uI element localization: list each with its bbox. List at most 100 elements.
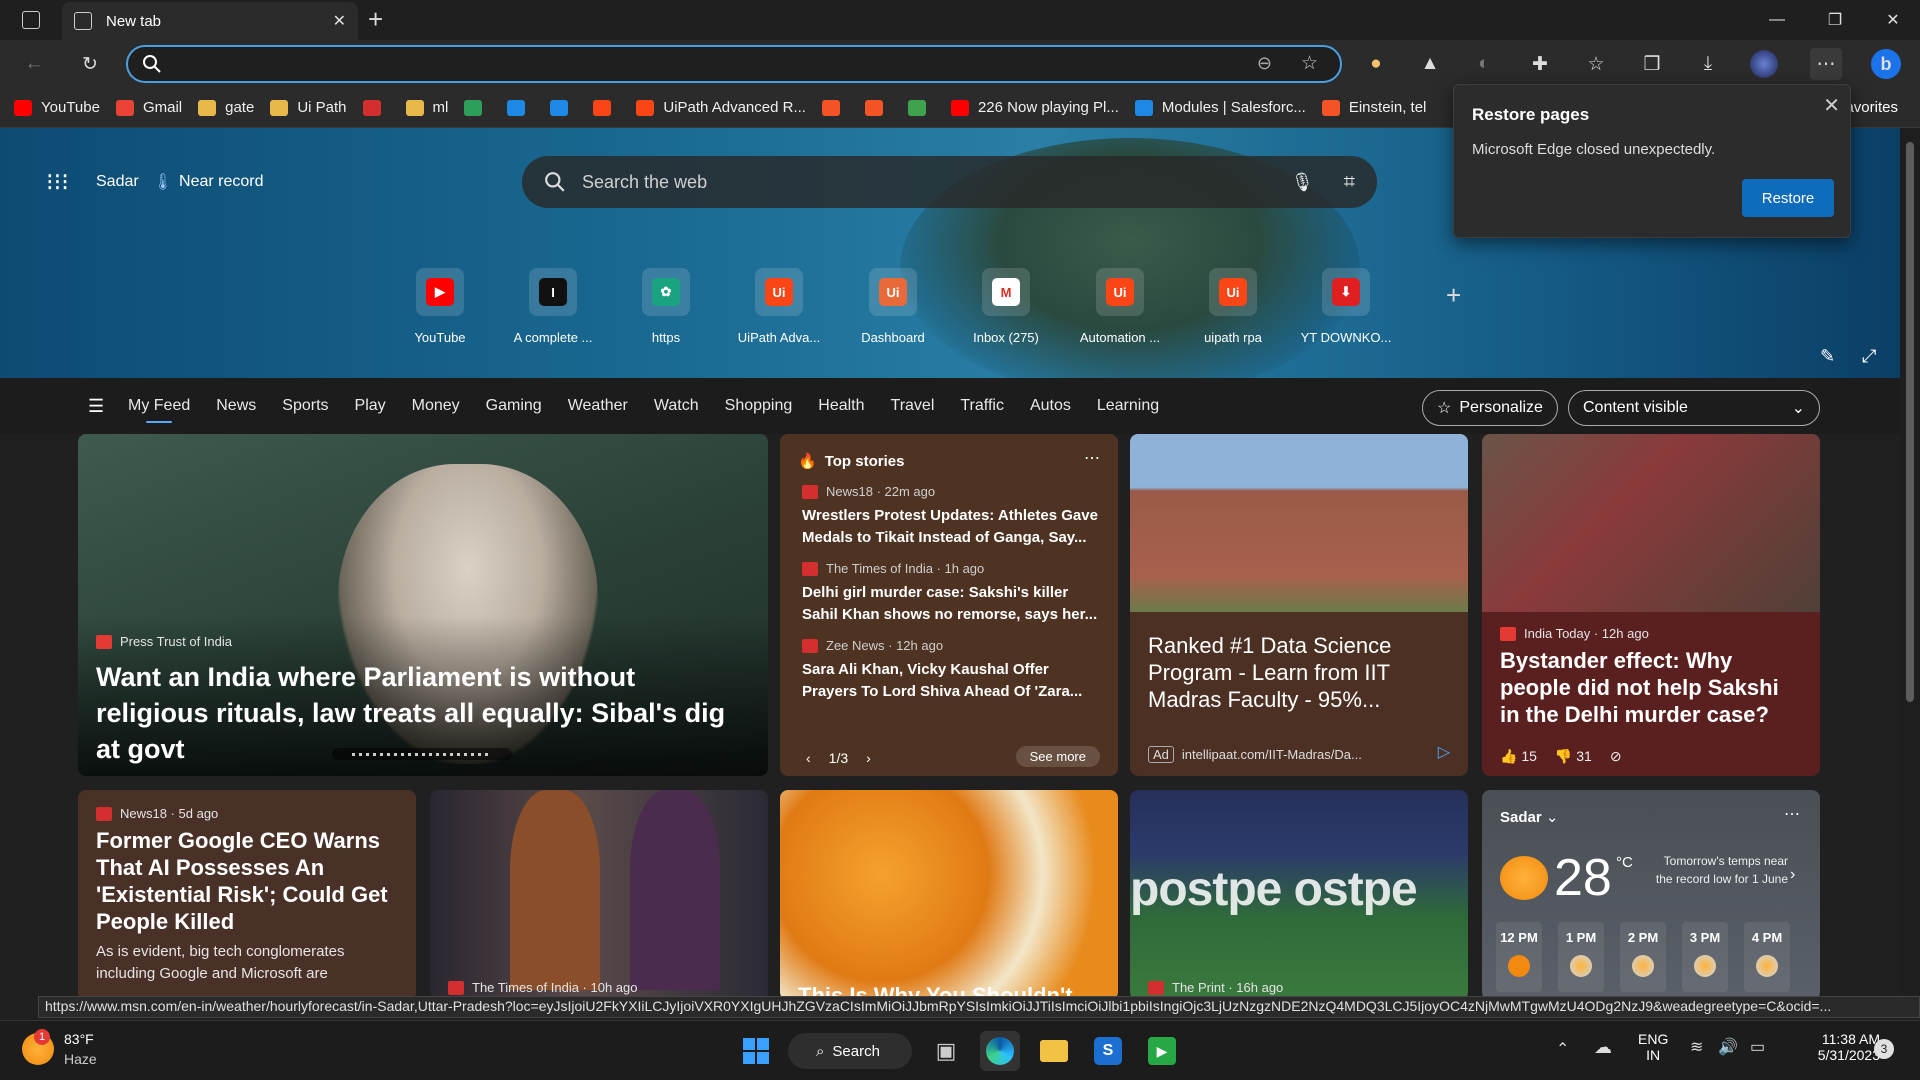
- volume-icon[interactable]: 🔊: [1718, 1037, 1738, 1057]
- add-quicklink-icon[interactable]: +: [1446, 280, 1461, 311]
- bookmark-item[interactable]: [821, 99, 849, 116]
- quicklink-tile[interactable]: Ui Automation ...: [1065, 268, 1175, 345]
- windows-start-icon[interactable]: [736, 1031, 776, 1071]
- feed-tab[interactable]: Shopping: [725, 397, 793, 415]
- top-story-item[interactable]: The Times of India · 1h ago Delhi girl mu…: [802, 561, 1098, 626]
- visual-search-icon[interactable]: ⌗: [1344, 171, 1355, 194]
- wifi-icon[interactable]: ≋: [1690, 1037, 1703, 1057]
- new-tab-button[interactable]: +: [368, 4, 383, 35]
- quicklink-tile[interactable]: M Inbox (275): [951, 268, 1061, 345]
- quicklink-tile[interactable]: ⬇ YT DOWNKO...: [1291, 268, 1401, 345]
- bookmark-item[interactable]: [507, 99, 534, 116]
- back-icon[interactable]: ←: [18, 48, 50, 80]
- tab-actions-icon[interactable]: [22, 11, 40, 29]
- bookmark-item[interactable]: ml: [405, 99, 448, 116]
- ad-card[interactable]: Ranked #1 Data Science Program - Learn f…: [1130, 434, 1468, 776]
- bookmark-item[interactable]: [907, 99, 935, 116]
- bookmark-item[interactable]: Ui Path: [270, 99, 347, 116]
- close-icon[interactable]: ✕: [1823, 93, 1840, 118]
- address-bar[interactable]: ⊖ ☆: [126, 45, 1342, 83]
- next-icon[interactable]: ›: [866, 750, 871, 766]
- personalize-button[interactable]: ☆ Personalize: [1422, 390, 1558, 426]
- feed-tab[interactable]: Weather: [568, 397, 628, 415]
- battery-icon[interactable]: ▭: [1750, 1037, 1765, 1057]
- quicklink-tile[interactable]: ✿ https: [611, 268, 721, 345]
- dislike-button[interactable]: 👎 31: [1555, 748, 1592, 765]
- bookmark-item[interactable]: Einstein, tel: [1321, 99, 1426, 116]
- location-weather[interactable]: Sadar 🌡 Near record: [96, 172, 264, 192]
- collections-icon[interactable]: ❒: [1636, 48, 1668, 80]
- top-story-item[interactable]: News18 · 22m ago Wrestlers Protest Update…: [802, 484, 1098, 549]
- settings-more-icon[interactable]: ⋯: [1810, 48, 1842, 80]
- feed-tab[interactable]: Sports: [282, 397, 328, 415]
- bing-chat-icon[interactable]: b: [1870, 48, 1902, 80]
- weather-widget[interactable]: Sadar ⌄ ⋯ 28 °C Tomorrow's temps near th…: [1482, 790, 1820, 1000]
- bookmark-item[interactable]: [362, 99, 390, 116]
- edit-background-icon[interactable]: ✎: [1820, 346, 1835, 367]
- quicklink-tile[interactable]: ▶ YouTube: [385, 268, 495, 345]
- zoom-icon[interactable]: ⊖: [1257, 53, 1272, 74]
- quicklink-tile[interactable]: Ui UiPath Adva...: [724, 268, 834, 345]
- extensions-icon[interactable]: ✚: [1524, 48, 1556, 80]
- content-visibility-select[interactable]: Content visible ⌄: [1568, 390, 1820, 426]
- top-story-headline[interactable]: Wrestlers Protest Updates: Athletes Gave…: [802, 505, 1098, 549]
- favorites-icon[interactable]: ☆: [1580, 48, 1612, 80]
- quicklink-tile[interactable]: I A complete ...: [498, 268, 608, 345]
- top-story-headline[interactable]: Sara Ali Khan, Vicky Kaushal Offer Praye…: [802, 659, 1098, 703]
- hamburger-icon[interactable]: ☰: [88, 396, 104, 417]
- extension-icon[interactable]: ●: [1360, 48, 1392, 80]
- bookmark-item[interactable]: gate: [198, 99, 254, 116]
- story-toi-card[interactable]: The Times of India · 10h ago: [430, 790, 768, 1000]
- web-search-input[interactable]: Search the web: [582, 172, 1261, 193]
- close-window-icon[interactable]: ✕: [1864, 0, 1920, 40]
- microphone-icon[interactable]: 🎙: [1291, 172, 1314, 193]
- like-button[interactable]: 👍 15: [1500, 748, 1537, 765]
- add-favorite-icon[interactable]: ☆: [1301, 52, 1318, 75]
- tab-new-tab[interactable]: New tab ✕: [62, 2, 358, 40]
- story-orange-card[interactable]: This Is Why You Shouldn't: [780, 790, 1118, 1000]
- taskbar-search[interactable]: ⌕ Search: [788, 1033, 912, 1069]
- see-more-button[interactable]: See more: [1015, 746, 1100, 767]
- bookmark-item[interactable]: [464, 99, 491, 116]
- language-indicator[interactable]: ENG IN: [1638, 1031, 1668, 1063]
- expand-icon[interactable]: ⤢: [1862, 346, 1876, 367]
- feed-tab[interactable]: Watch: [654, 397, 699, 415]
- taskbar-temp[interactable]: 83°F: [64, 1031, 94, 1047]
- main-story-card[interactable]: Press Trust of India Want an India where…: [78, 434, 768, 776]
- file-explorer-icon[interactable]: [1034, 1031, 1074, 1071]
- bookmark-item[interactable]: [550, 99, 577, 116]
- feed-tab[interactable]: Play: [355, 397, 386, 415]
- web-search-box[interactable]: Search the web 🎙 ⌗: [522, 156, 1377, 208]
- hourly-forecast-item[interactable]: 2 PM: [1620, 922, 1666, 992]
- feed-tab[interactable]: Traffic: [960, 397, 1004, 415]
- top-story-item[interactable]: Zee News · 12h ago Sara Ali Khan, Vicky K…: [802, 638, 1098, 703]
- feed-tab[interactable]: Gaming: [486, 397, 542, 415]
- hourly-forecast-item[interactable]: 4 PM: [1744, 922, 1790, 992]
- clock[interactable]: 11:38 AM 5/31/2023: [1790, 1031, 1880, 1063]
- feed-tab[interactable]: Health: [818, 397, 864, 415]
- story-ai-card[interactable]: News18 · 5d ago Former Google CEO Warns …: [78, 790, 416, 1000]
- story-card-right[interactable]: India Today · 12h ago Bystander effect: …: [1482, 434, 1820, 776]
- chevron-right-icon[interactable]: ›: [1790, 866, 1795, 884]
- restore-button[interactable]: Restore: [1742, 179, 1834, 217]
- feed-tab[interactable]: Money: [412, 397, 460, 415]
- tracking-icon[interactable]: ◐: [1468, 48, 1500, 80]
- hourly-forecast-item[interactable]: 12 PM: [1496, 922, 1542, 992]
- story-cricket-card[interactable]: postpe ostpe The Print · 16h ago: [1130, 790, 1468, 1000]
- story-headline-right[interactable]: Bystander effect: Why people did not hel…: [1500, 647, 1802, 728]
- feed-tab[interactable]: News: [216, 397, 256, 415]
- more-options-icon[interactable]: ⋯: [1784, 804, 1800, 824]
- app-s-icon[interactable]: S: [1088, 1031, 1128, 1071]
- bookmark-item[interactable]: Modules | Salesforc...: [1134, 99, 1306, 116]
- more-options-icon[interactable]: ⋯: [1084, 448, 1100, 468]
- feed-tab[interactable]: My Feed: [128, 397, 190, 423]
- task-view-icon[interactable]: ▣: [926, 1031, 966, 1071]
- top-story-headline[interactable]: Delhi girl murder case: Sakshi's killer …: [802, 582, 1098, 626]
- profile-avatar[interactable]: [1748, 48, 1780, 80]
- edge-taskbar-icon[interactable]: [980, 1031, 1020, 1071]
- bookmark-item[interactable]: 226 Now playing Pl...: [950, 99, 1119, 116]
- quicklink-tile[interactable]: Ui uipath rpa: [1178, 268, 1288, 345]
- minimize-icon[interactable]: —: [1748, 0, 1806, 40]
- weather-location[interactable]: Sadar ⌄: [1500, 808, 1558, 826]
- bookmark-item[interactable]: [593, 99, 620, 116]
